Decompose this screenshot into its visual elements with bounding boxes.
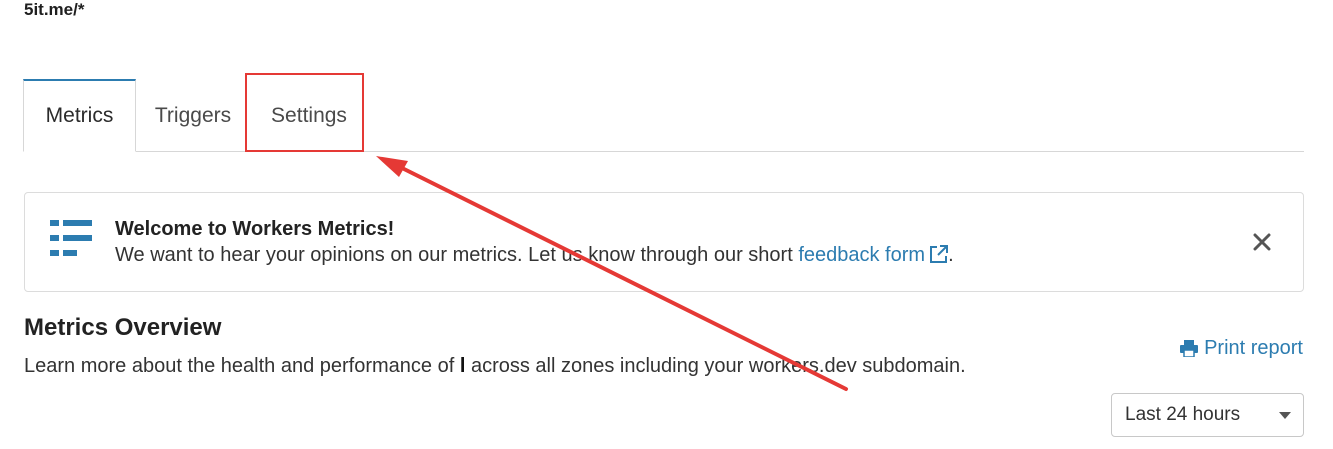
banner-title: Welcome to Workers Metrics! xyxy=(115,218,395,240)
tab-metrics[interactable]: Metrics xyxy=(23,79,136,152)
print-report-link[interactable]: Print report xyxy=(1180,337,1303,360)
banner-text-before: We want to hear your opinions on our met… xyxy=(115,244,799,266)
feedback-form-link[interactable]: feedback form xyxy=(798,244,949,266)
list-icon xyxy=(50,220,92,256)
overview-desc-after: across all zones including your workers.… xyxy=(465,355,966,377)
chevron-down-icon xyxy=(1279,412,1291,419)
close-icon[interactable] xyxy=(1251,231,1273,253)
feedback-link-label: feedback form xyxy=(798,244,926,266)
welcome-banner: Welcome to Workers Metrics! We want to h… xyxy=(24,192,1304,292)
external-link-icon xyxy=(930,245,949,263)
time-range-select[interactable]: Last 24 hours xyxy=(1111,393,1304,437)
overview-desc-before: Learn more about the health and performa… xyxy=(24,355,460,377)
banner-text-after: . xyxy=(948,244,954,266)
route-pattern: 5it.me/* xyxy=(24,0,85,19)
metrics-overview-title: Metrics Overview xyxy=(24,314,222,341)
time-range-value: Last 24 hours xyxy=(1125,404,1241,425)
tab-settings[interactable]: Settings xyxy=(250,79,368,152)
printer-icon xyxy=(1180,340,1199,357)
banner-message: We want to hear your opinions on our met… xyxy=(115,244,954,267)
tab-triggers[interactable]: Triggers xyxy=(140,79,246,152)
print-report-label: Print report xyxy=(1204,337,1303,359)
metrics-overview-description: Learn more about the health and performa… xyxy=(24,355,966,378)
